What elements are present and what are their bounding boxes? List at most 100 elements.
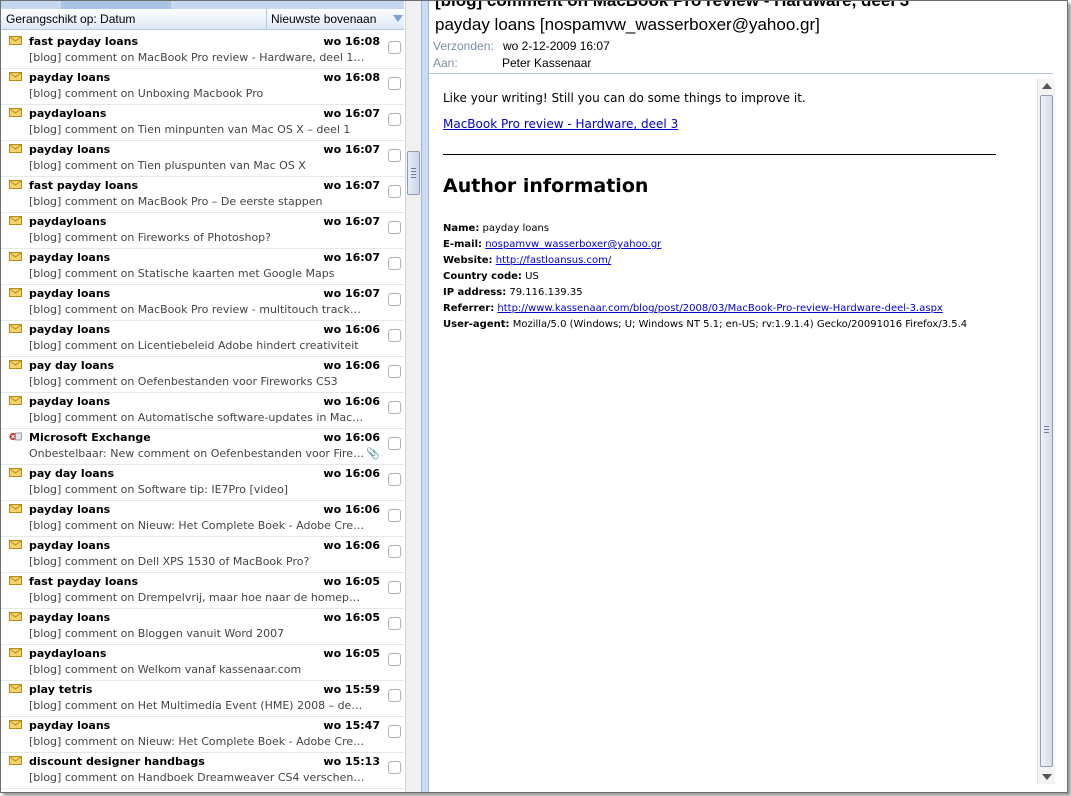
- flag-checkbox[interactable]: [388, 257, 401, 270]
- message-time: wo 16:06: [323, 395, 380, 408]
- message-row[interactable]: payday loans wo 15:47 [blog] comment on Ni…: [1, 717, 404, 753]
- message-time: wo 16:07: [323, 143, 380, 156]
- info-agent-row: User-agent: Mozilla/5.0 (Windows; U; Win…: [443, 317, 967, 333]
- message-time: wo 16:07: [323, 251, 380, 264]
- envelope-icon: [9, 72, 22, 81]
- message-time: wo 16:05: [323, 575, 380, 588]
- message-sender: payday loans: [29, 539, 111, 552]
- message-row[interactable]: pay day loans wo 16:06 [blog] comment on S…: [1, 465, 404, 501]
- flag-checkbox[interactable]: [388, 293, 401, 306]
- message-time: wo 16:07: [323, 179, 380, 192]
- message-row[interactable]: fast payday loans wo 16:07 [blog] comment …: [1, 177, 404, 213]
- flag-checkbox[interactable]: [388, 329, 401, 342]
- message-row[interactable]: fast payday loans wo 16:08 [blog] comment …: [1, 33, 404, 69]
- message-row[interactable]: payday loans wo 16:05 [blog] comment on Bl…: [1, 609, 404, 645]
- message-sender: pay day loans: [29, 467, 115, 480]
- scroll-up-icon[interactable]: [1042, 83, 1052, 89]
- list-scrollbar[interactable]: [405, 1, 421, 792]
- arrange-by-label[interactable]: Gerangschikt op: Datum: [6, 12, 135, 26]
- envelope-icon: [9, 36, 22, 45]
- country-value: US: [525, 271, 539, 282]
- scroll-down-icon[interactable]: [1042, 774, 1052, 780]
- message-row[interactable]: paydayloans wo 16:07 [blog] comment on Fir…: [1, 213, 404, 249]
- to-value[interactable]: Peter Kassenaar: [502, 56, 591, 70]
- message-row[interactable]: pay day loans wo 16:06 [blog] comment on O…: [1, 357, 404, 393]
- message-row[interactable]: discount designer handbags wo 15:13 [blog]…: [1, 753, 404, 789]
- message-row[interactable]: payday loans wo 16:08 [blog] comment on Un…: [1, 69, 404, 105]
- flag-checkbox[interactable]: [388, 509, 401, 522]
- flag-checkbox[interactable]: [388, 149, 401, 162]
- message-sender: Microsoft Exchange: [29, 431, 151, 444]
- email-link[interactable]: nospamvw_wasserboxer@yahoo.gr: [485, 239, 661, 250]
- message-sender[interactable]: payday loans [nospamvw_wasserboxer@yahoo…: [435, 15, 820, 35]
- message-row[interactable]: payday loans wo 16:07 [blog] comment on Ma…: [1, 285, 404, 321]
- message-row[interactable]: payday loans wo 16:07 [blog] comment on St…: [1, 249, 404, 285]
- reading-scrollbar[interactable]: [1037, 79, 1055, 784]
- referrer-link[interactable]: http://www.kassenaar.com/blog/post/2008/…: [497, 303, 942, 314]
- website-label: Website:: [443, 255, 493, 266]
- reading-scrollbar-thumb[interactable]: [1040, 95, 1053, 767]
- envelope-icon: [9, 324, 22, 333]
- message-time: wo 16:07: [323, 287, 380, 300]
- message-subject: [blog] comment on Nieuw: Het Complete Bo…: [29, 735, 365, 748]
- agent-value: Mozilla/5.0 (Windows; U; Windows NT 5.1;…: [512, 319, 968, 330]
- message-row[interactable]: paydayloans wo 16:07 [blog] comment on Tie…: [1, 105, 404, 141]
- flag-checkbox[interactable]: [388, 77, 401, 90]
- flag-checkbox[interactable]: [388, 437, 401, 450]
- message-row[interactable]: payday loans wo 16:06 [blog] comment on De…: [1, 537, 404, 573]
- message-sender: fast payday loans: [29, 179, 139, 192]
- author-info: Name: payday loans E-mail: nospamvw_wass…: [443, 221, 967, 333]
- message-row[interactable]: payday loans wo 16:06 [blog] comment on Li…: [1, 321, 404, 357]
- name-label: Name:: [443, 223, 480, 234]
- info-country-row: Country code: US: [443, 269, 967, 285]
- flag-checkbox[interactable]: [388, 113, 401, 126]
- envelope-icon: [9, 540, 22, 549]
- flag-checkbox[interactable]: [388, 689, 401, 702]
- message-row[interactable]: play tetris wo 15:59 [blog] comment on Het…: [1, 681, 404, 717]
- flag-checkbox[interactable]: [388, 185, 401, 198]
- message-subject: [blog] comment on Het Multimedia Event (…: [29, 699, 365, 712]
- message-subject: [blog] comment on Automatische software-…: [29, 411, 365, 424]
- referrer-label: Referrer:: [443, 303, 495, 314]
- envelope-icon: [9, 648, 22, 657]
- message-subject: [blog] comment on Dell XPS 1530 of MacBo…: [29, 555, 310, 568]
- flag-checkbox[interactable]: [388, 545, 401, 558]
- message-subject: [blog] comment on Nieuw: Het Complete Bo…: [29, 519, 365, 532]
- flag-checkbox[interactable]: [388, 473, 401, 486]
- ip-value: 79.116.139.35: [509, 287, 583, 298]
- message-time: wo 15:13: [323, 755, 380, 768]
- message-subject: [blog] comment on Oefenbestanden voor Fi…: [29, 375, 338, 388]
- message-time: wo 16:06: [323, 323, 380, 336]
- flag-checkbox[interactable]: [388, 761, 401, 774]
- pane-splitter[interactable]: [421, 1, 429, 792]
- message-sender: paydayloans: [29, 107, 107, 120]
- message-row[interactable]: Microsoft Exchange wo 16:06 Onbestelbaar: …: [1, 429, 404, 465]
- website-link[interactable]: http://fastloansus.com/: [496, 255, 611, 266]
- envelope-icon: [9, 576, 22, 585]
- message-sender: payday loans: [29, 71, 111, 84]
- attachment-icon: 📎: [366, 447, 380, 460]
- info-referrer-row: Referrer: http://www.kassenaar.com/blog/…: [443, 301, 967, 317]
- message-subject: Onbestelbaar: New comment on Oefenbestan…: [29, 447, 365, 460]
- flag-checkbox[interactable]: [388, 581, 401, 594]
- message-row[interactable]: fast payday loans wo 16:05 [blog] comment …: [1, 573, 404, 609]
- sort-order-button[interactable]: Nieuwste bovenaan: [266, 9, 405, 29]
- message-row[interactable]: payday loans wo 16:07 [blog] comment on Ti…: [1, 141, 404, 177]
- flag-checkbox[interactable]: [388, 617, 401, 630]
- message-row[interactable]: payday loans wo 16:06 [blog] comment on Au…: [1, 393, 404, 429]
- message-row[interactable]: paydayloans wo 16:05 [blog] comment on Wel…: [1, 645, 404, 681]
- flag-checkbox[interactable]: [388, 365, 401, 378]
- sort-arrow-icon: [393, 15, 403, 22]
- flag-checkbox[interactable]: [388, 221, 401, 234]
- message-list-pane: Gerangschikt op: Datum Nieuwste bovenaan…: [1, 1, 421, 792]
- flag-checkbox[interactable]: [388, 41, 401, 54]
- flag-checkbox[interactable]: [388, 401, 401, 414]
- flag-checkbox[interactable]: [388, 725, 401, 738]
- list-scrollbar-thumb[interactable]: [407, 151, 420, 195]
- envelope-icon: [9, 504, 22, 513]
- post-link[interactable]: MacBook Pro review - Hardware, deel 3: [443, 117, 678, 131]
- message-row[interactable]: payday loans wo 16:06 [blog] comment on Ni…: [1, 501, 404, 537]
- envelope-icon: [9, 180, 22, 189]
- flag-checkbox[interactable]: [388, 653, 401, 666]
- message-time: wo 16:06: [323, 539, 380, 552]
